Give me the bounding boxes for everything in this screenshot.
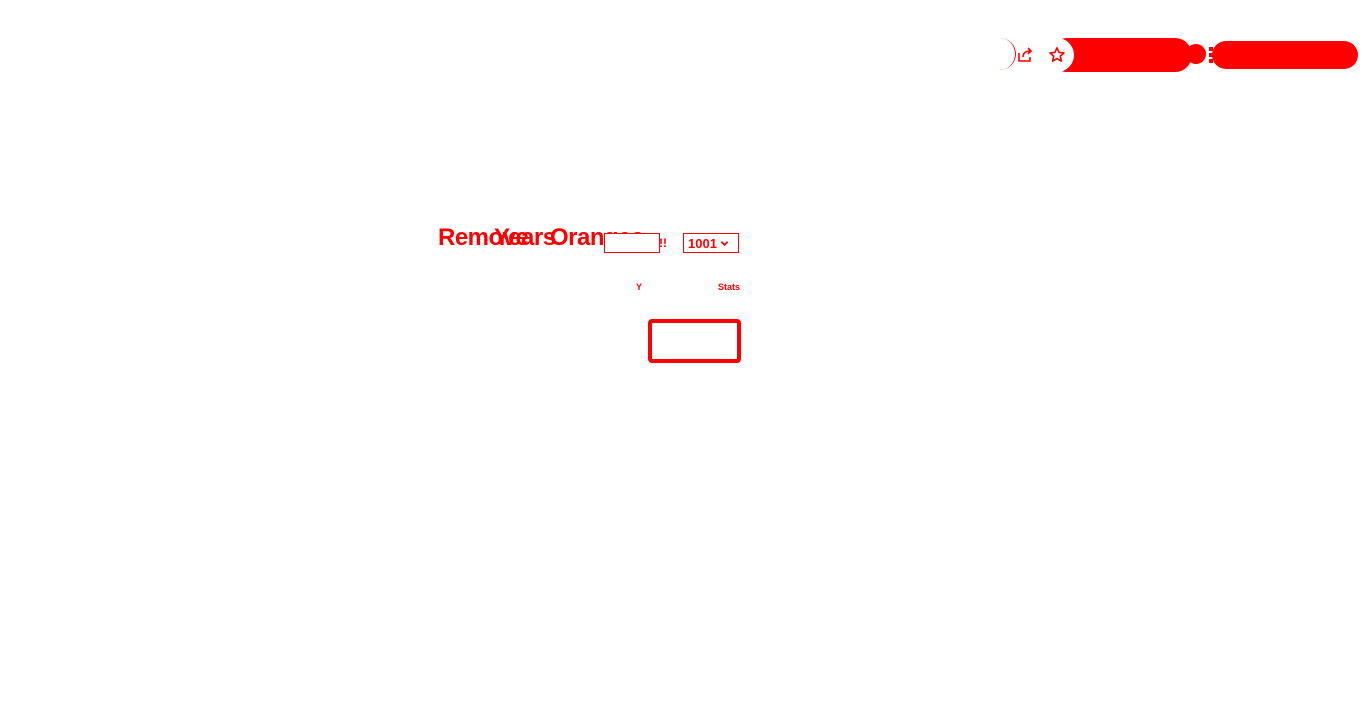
page-content: Remove Years Oranges !! 1001 Y Stats <box>0 0 1366 728</box>
chevron-down-icon <box>720 239 729 248</box>
year-select-value: 1001 <box>688 235 717 251</box>
label-right: Stats <box>718 282 741 292</box>
submit-button[interactable] <box>648 319 741 363</box>
text-input[interactable] <box>604 233 660 253</box>
exclaim-text: !! <box>659 236 667 250</box>
heading-text-years: Years <box>494 224 556 251</box>
year-select[interactable]: 1001 <box>683 233 739 253</box>
label-left: Y <box>636 282 643 292</box>
star-icon[interactable] <box>1044 42 1070 68</box>
